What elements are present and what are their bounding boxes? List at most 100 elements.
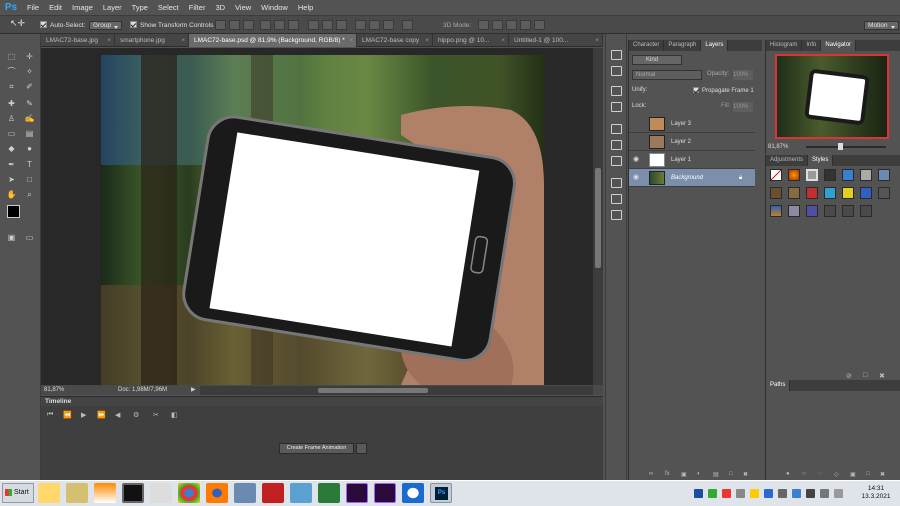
style-swatch[interactable] [824,205,836,217]
tab-paragraph[interactable]: Paragraph [664,40,702,51]
auto-select-checkbox[interactable]: Auto-Select: [40,20,85,31]
menu-edit[interactable]: Edit [44,0,67,15]
create-frame-animation-button[interactable]: Create Frame Animation [279,443,354,454]
trash-icon[interactable]: ✖ [743,471,748,478]
work-path-icon[interactable]: ◇ [834,471,839,478]
align-top-icon[interactable] [215,20,226,30]
propagate-frame-checkbox[interactable]: Propagate Frame 1 [693,87,754,94]
style-swatch[interactable] [842,205,854,217]
malwarebytes-tray-icon[interactable] [694,489,703,498]
tab-navigator[interactable]: Navigator [821,40,857,51]
fx-icon[interactable]: fx [665,471,670,477]
3d-roll-icon[interactable] [492,20,503,30]
marquee-tool-icon[interactable]: ⬚ [6,52,17,62]
move-tool-icon[interactable]: ✛ [24,52,35,62]
style-swatch[interactable] [788,187,800,199]
auto-align-icon[interactable] [402,20,413,30]
eraser-tool-icon[interactable]: ▭ [6,129,17,139]
foreground-color-swatch[interactable] [7,205,20,218]
workspace-dropdown[interactable]: Motion [864,21,899,30]
properties-icon[interactable] [611,86,622,96]
align-bottom-icon[interactable] [243,20,254,30]
screen-mode-icon[interactable]: ▭ [24,233,35,243]
menu-file[interactable]: File [22,0,44,15]
explorer-app-icon[interactable] [66,483,88,503]
doc-tab-active[interactable]: LMAC72-base.psd @ 81,9% (Background, RGB… [189,34,357,47]
style-swatch[interactable] [770,187,782,199]
navigator-thumbnail[interactable] [775,54,889,139]
photoshop-app-icon[interactable]: Ps [430,483,452,503]
link-icon[interactable]: ∞ [649,471,653,477]
path-selection-icon[interactable]: ➤ [6,175,17,185]
scroll-thumb[interactable] [318,388,428,393]
premiere-app-icon[interactable] [346,483,368,503]
pen-tool-icon[interactable]: ✒ [6,160,17,170]
distribute-left-icon[interactable] [355,20,366,30]
menu-filter[interactable]: Filter [184,0,211,15]
clear-style-icon[interactable]: ⊘ [846,372,852,380]
start-button[interactable]: Start [2,483,34,503]
distribute-top-icon[interactable] [308,20,319,30]
vertical-scrollbar[interactable] [593,48,603,385]
layer-row[interactable]: ◉ Layer 1 [629,151,755,169]
style-swatch[interactable] [842,187,854,199]
opacity-field[interactable]: 100% [733,70,753,80]
play-icon[interactable]: ▶ [81,411,86,419]
style-swatch[interactable] [806,169,818,181]
scroll-thumb[interactable] [595,168,601,268]
3d-icon[interactable] [611,210,622,220]
align-hcenter-icon[interactable] [274,20,285,30]
network-app-icon[interactable] [234,483,256,503]
trash-icon[interactable]: ✖ [880,471,885,478]
tray-icon[interactable] [806,489,815,498]
menu-image[interactable]: Image [67,0,98,15]
blur-tool-icon[interactable]: ◆ [6,144,17,154]
firefox-app-icon[interactable] [206,483,228,503]
tool-presets-icon[interactable] [611,140,622,150]
premiere-app-icon[interactable] [374,483,396,503]
document-canvas[interactable] [101,55,544,385]
blend-mode-dropdown[interactable]: Normal [632,70,702,80]
style-none-swatch[interactable] [770,169,782,181]
lasso-tool-icon[interactable]: ⌒ [6,67,17,77]
eyedropper-icon[interactable]: ✐ [24,82,35,92]
character-icon[interactable] [611,178,622,188]
style-swatch[interactable] [788,205,800,217]
folder-app-icon[interactable] [38,483,60,503]
tab-character[interactable]: Character [629,40,665,51]
style-swatch[interactable] [806,187,818,199]
doc-tab[interactable]: LMAC72-base copy × [357,34,433,47]
3d-scale-icon[interactable] [534,20,545,30]
new-path-icon[interactable]: □ [866,471,870,477]
visibility-toggle[interactable] [633,119,642,128]
gradient-tool-icon[interactable]: ▤ [24,129,35,139]
filter-kind-dropdown[interactable]: Kind [632,55,682,65]
layer-row[interactable]: Layer 2 [629,133,755,151]
style-swatch[interactable] [878,169,890,181]
tray-icon[interactable] [764,489,773,498]
quick-mask-icon[interactable]: ▣ [6,233,17,243]
scissors-icon[interactable]: ✂ [153,411,159,419]
close-icon[interactable]: × [501,34,505,47]
style-swatch[interactable] [878,187,890,199]
folder-icon[interactable]: ▤ [713,471,719,478]
new-layer-icon[interactable]: □ [729,471,733,477]
brush-presets-icon[interactable] [611,124,622,134]
menu-type[interactable]: Type [127,0,153,15]
fill-path-icon[interactable]: ● [786,471,790,477]
close-icon[interactable]: × [107,34,111,47]
tab-info[interactable]: Info [802,40,822,51]
navigator-zoom[interactable]: 81,87% [768,144,788,150]
3d-slide-icon[interactable] [520,20,531,30]
alien-app-icon[interactable] [150,483,172,503]
distribute-right-icon[interactable] [383,20,394,30]
menu-select[interactable]: Select [153,0,184,15]
style-swatch[interactable] [842,169,854,181]
auto-select-dropdown[interactable]: Group [89,21,123,30]
taskbar-clock[interactable]: 14:31 13.3.2021 [856,485,896,503]
audio-icon[interactable]: ◀ [115,411,120,419]
settings-icon[interactable]: ⚙ [133,411,139,419]
distribute-vcenter-icon[interactable] [322,20,333,30]
doc-tab[interactable]: smartphone.jpg × [115,34,189,47]
align-left-icon[interactable] [260,20,271,30]
